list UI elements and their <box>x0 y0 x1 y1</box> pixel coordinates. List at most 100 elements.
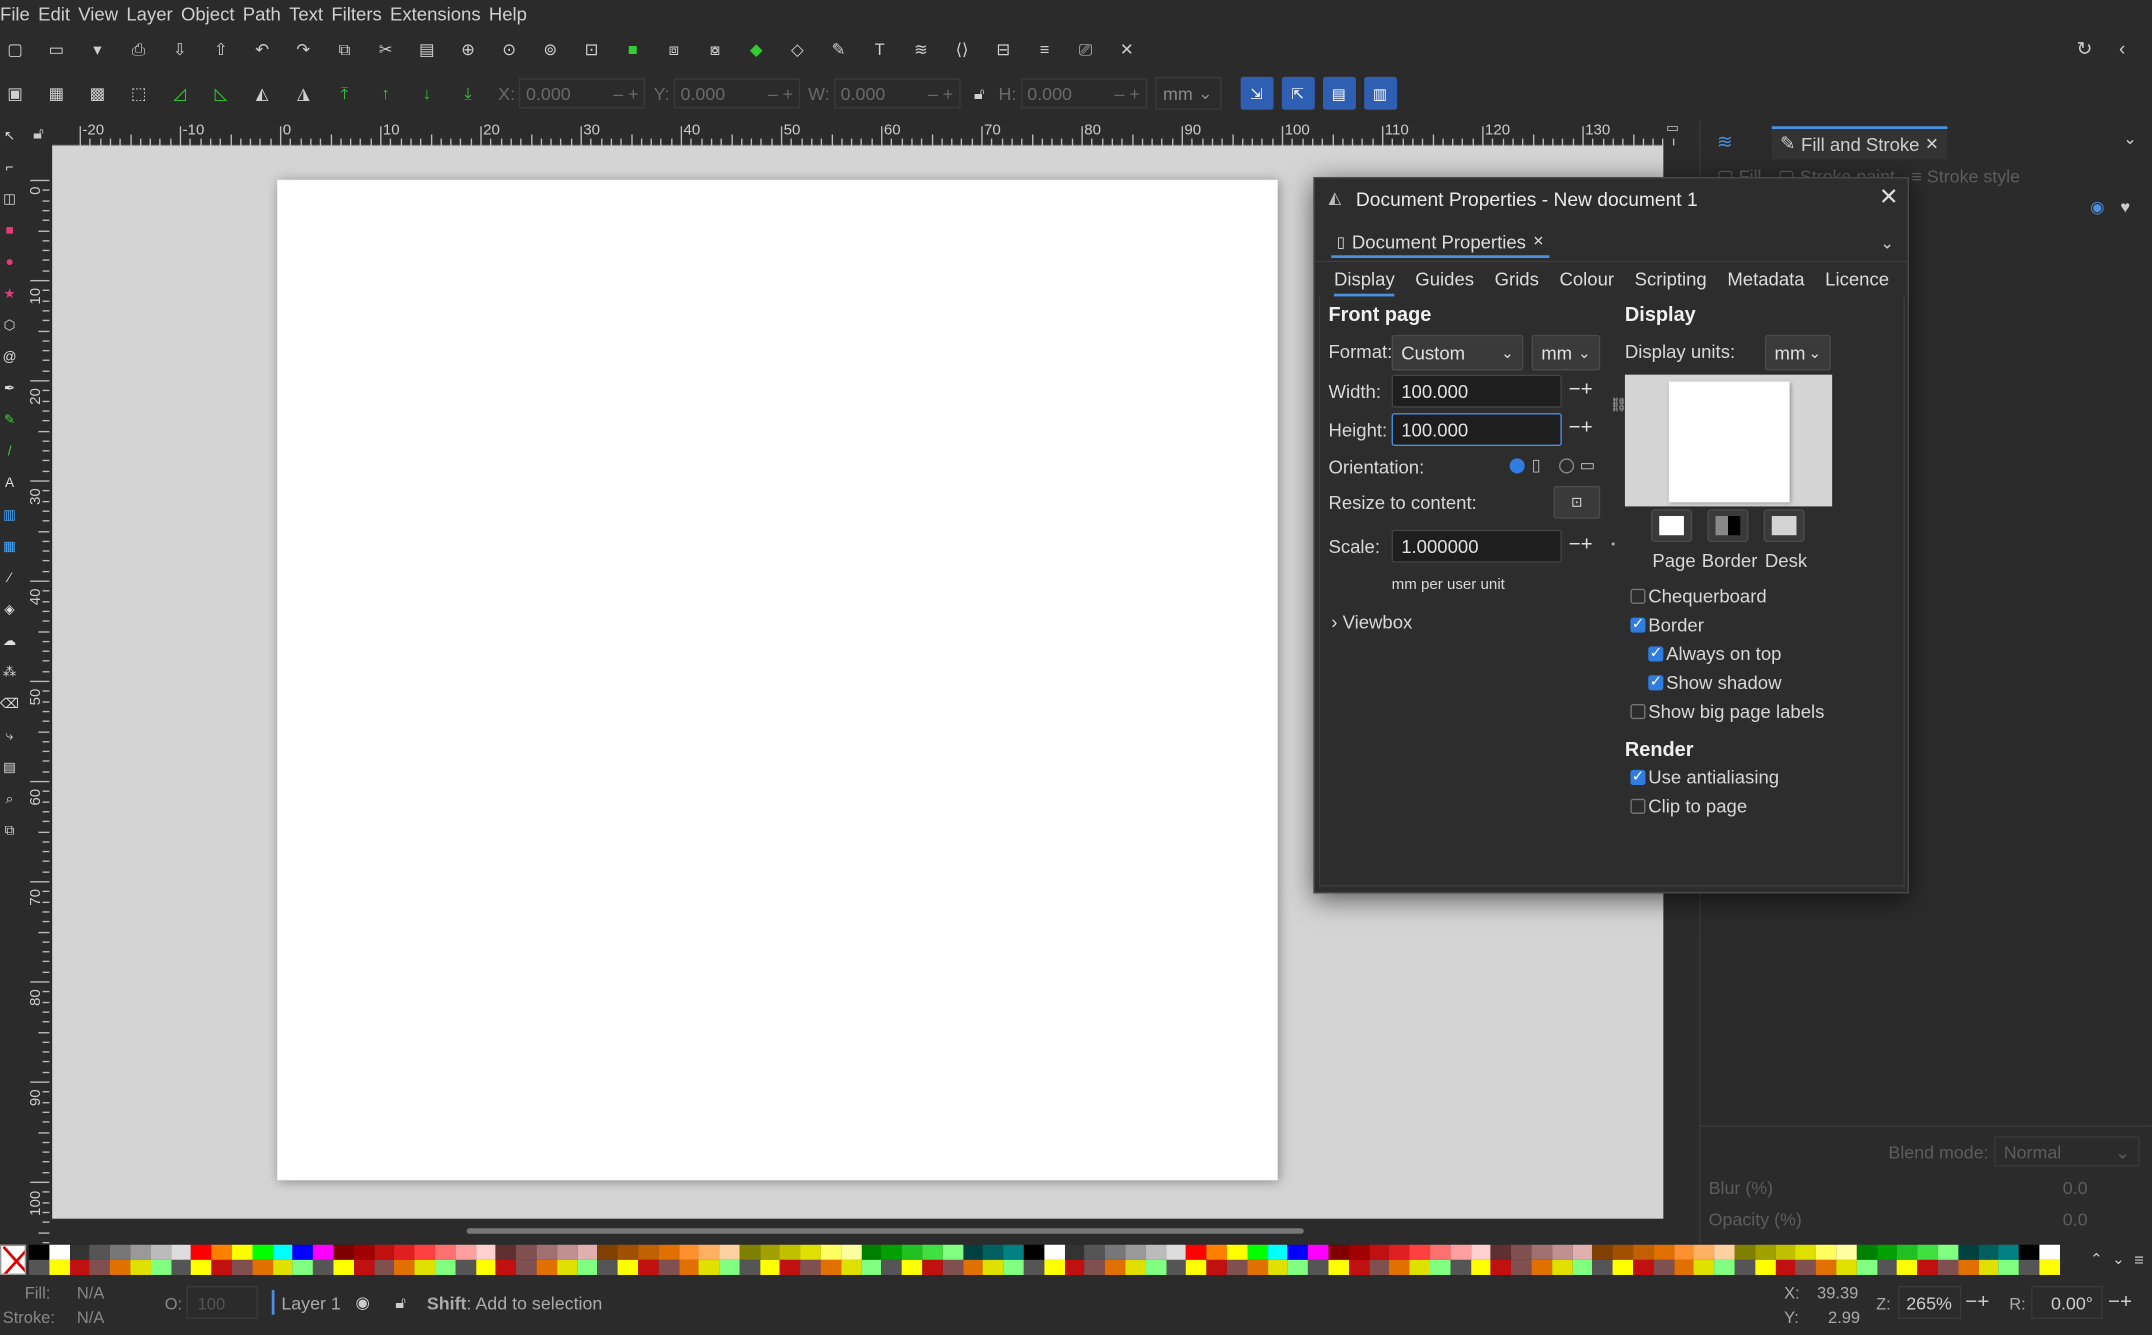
chequerboard-checkbox[interactable] <box>1630 588 1646 604</box>
scale-stepper[interactable]: −+ <box>1569 532 1593 555</box>
fill-stroke-icon[interactable]: ✎ <box>828 38 850 60</box>
palette-swatch[interactable] <box>292 1244 314 1275</box>
spray-tool-icon[interactable]: ⁂ <box>1 664 17 680</box>
pencil-tool-icon[interactable]: ✎ <box>1 412 17 428</box>
menu-filters[interactable]: Filters <box>331 3 390 24</box>
3d-box-tool-icon[interactable]: ⬡ <box>1 317 17 333</box>
palette-swatch[interactable] <box>313 1244 334 1275</box>
menu-file[interactable]: File <box>0 3 38 24</box>
palette-swatch[interactable] <box>1754 1244 1776 1275</box>
palette-swatch[interactable] <box>2039 1244 2060 1275</box>
palette-swatch[interactable] <box>1287 1244 1309 1275</box>
border-checkbox[interactable] <box>1630 615 1646 633</box>
print-icon[interactable]: ⎙ <box>128 38 150 60</box>
selector-tool-icon[interactable]: ↖ <box>1 128 17 144</box>
palette-swatch[interactable] <box>556 1244 578 1275</box>
palette-swatch[interactable] <box>1166 1244 1187 1275</box>
resize-to-content-button[interactable]: ⊡ <box>1553 485 1601 519</box>
border-color-button[interactable] <box>1707 509 1749 543</box>
palette-scroll-up-icon[interactable]: ⌃ <box>2090 1250 2103 1268</box>
gradient-tool-icon[interactable]: ▥ <box>1 506 17 522</box>
palette-swatch[interactable] <box>1531 1244 1552 1275</box>
palette-swatch[interactable] <box>1105 1244 1126 1275</box>
palette-swatch[interactable] <box>1511 1244 1532 1275</box>
zoom-selection-icon[interactable]: ⊕ <box>457 38 479 60</box>
ellipse-tool-icon[interactable]: ● <box>1 254 17 270</box>
subtab-stroke-style[interactable]: ≡ Stroke style <box>1911 166 2020 188</box>
palette-swatch[interactable] <box>28 1244 50 1275</box>
horizontal-scrollbar[interactable] <box>466 1228 1304 1234</box>
menu-text[interactable]: Text <box>289 3 331 24</box>
current-layer[interactable]: Layer 1 <box>281 1293 341 1314</box>
star-tool-icon[interactable]: ★ <box>1 285 17 301</box>
palette-swatch[interactable] <box>617 1244 639 1275</box>
spiral-tool-icon[interactable]: @ <box>1 349 17 365</box>
palette-swatch[interactable] <box>414 1244 435 1275</box>
menu-help[interactable]: Help <box>489 3 535 24</box>
group-icon[interactable]: ◆ <box>745 38 767 60</box>
palette-swatch[interactable] <box>983 1244 1004 1275</box>
panel-close-icon[interactable]: ✕ <box>1533 234 1545 249</box>
snap-icon[interactable]: ↻ <box>2076 37 2092 60</box>
scale-input[interactable]: 1.000000 <box>1391 529 1562 563</box>
import-icon[interactable]: ⇩ <box>169 38 191 60</box>
x-input[interactable]: 0.000– + <box>519 78 646 109</box>
move-gradients-icon[interactable]: ▤ <box>1322 76 1356 110</box>
palette-swatch[interactable] <box>1978 1244 1999 1275</box>
show-shadow-checkbox[interactable] <box>1648 672 1664 691</box>
palette-swatch[interactable] <box>374 1244 395 1275</box>
palette-swatch[interactable] <box>89 1244 111 1275</box>
align-icon[interactable]: ≡ <box>1033 38 1055 60</box>
palette-swatch[interactable] <box>1267 1244 1288 1275</box>
ungroup-icon[interactable]: ◇ <box>786 38 808 60</box>
menu-view[interactable]: View <box>78 3 126 24</box>
palette-swatch[interactable] <box>211 1244 232 1275</box>
mesh-tool-icon[interactable]: ▦ <box>1 538 17 554</box>
menu-extensions[interactable]: Extensions <box>390 3 489 24</box>
zoom-page-icon[interactable]: ⊚ <box>539 38 561 60</box>
palette-swatch[interactable] <box>1592 1244 1613 1275</box>
palette-swatch[interactable] <box>1653 1244 1674 1275</box>
palette-swatch[interactable] <box>1897 1244 1918 1275</box>
always-on-top-checkbox[interactable] <box>1648 644 1664 662</box>
palette-swatch[interactable] <box>1409 1244 1431 1275</box>
scale-radii-icon[interactable]: ⇱ <box>1281 76 1315 110</box>
zoom-drawing-icon[interactable]: ⊙ <box>498 38 520 60</box>
tweak-tool-icon[interactable]: ☁ <box>1 633 17 649</box>
shape-builder-icon[interactable]: ◫ <box>1 191 17 207</box>
height-input[interactable]: 100.000 <box>1391 413 1562 447</box>
palette-menu-icon[interactable]: ≡ <box>2134 1250 2144 1269</box>
raise-icon[interactable]: ↑ <box>375 82 397 104</box>
dialog-close-icon[interactable]: ✕ <box>1879 184 1899 211</box>
lower-to-bottom-icon[interactable]: ⤓ <box>457 82 479 104</box>
palette-swatch[interactable] <box>1348 1244 1370 1275</box>
close-icon[interactable]: ✕ <box>1925 134 1939 153</box>
palette-swatch[interactable] <box>536 1244 557 1275</box>
tab-metadata[interactable]: Metadata <box>1727 269 1804 296</box>
palette-swatch[interactable] <box>69 1244 90 1275</box>
menu-object[interactable]: Object <box>181 3 243 24</box>
tab-scripting[interactable]: Scripting <box>1635 269 1707 296</box>
portrait-radio[interactable] <box>1509 458 1525 474</box>
redo-icon[interactable]: ↷ <box>292 38 314 60</box>
dock-menu-icon[interactable]: ⌄ <box>2123 129 2137 148</box>
palette-swatch[interactable] <box>2018 1244 2040 1275</box>
palette-swatch[interactable] <box>1734 1244 1755 1275</box>
palette-swatch[interactable] <box>1490 1244 1512 1275</box>
move-patterns-icon[interactable]: ▥ <box>1363 76 1397 110</box>
palette-swatch[interactable] <box>1633 1244 1654 1275</box>
cut-icon[interactable]: ✂ <box>375 38 397 60</box>
palette-swatch[interactable] <box>1775 1244 1796 1275</box>
palette-swatch[interactable] <box>455 1244 476 1275</box>
palette-swatch[interactable] <box>759 1244 781 1275</box>
rotate-stepper[interactable]: −+ <box>2108 1290 2132 1313</box>
unit-select[interactable]: mm ⌄ <box>1154 76 1221 110</box>
palette-swatch[interactable] <box>638 1244 659 1275</box>
w-input[interactable]: 0.000– + <box>833 78 961 109</box>
rotate-input[interactable]: 0.00° <box>2031 1285 2103 1319</box>
palette-swatch[interactable] <box>1023 1244 1045 1275</box>
height-stepper[interactable]: −+ <box>1569 416 1593 439</box>
tab-display[interactable]: Display <box>1333 269 1395 297</box>
visibility-icon[interactable]: ◉ <box>355 1293 369 1312</box>
palette-swatch[interactable] <box>1369 1244 1390 1275</box>
